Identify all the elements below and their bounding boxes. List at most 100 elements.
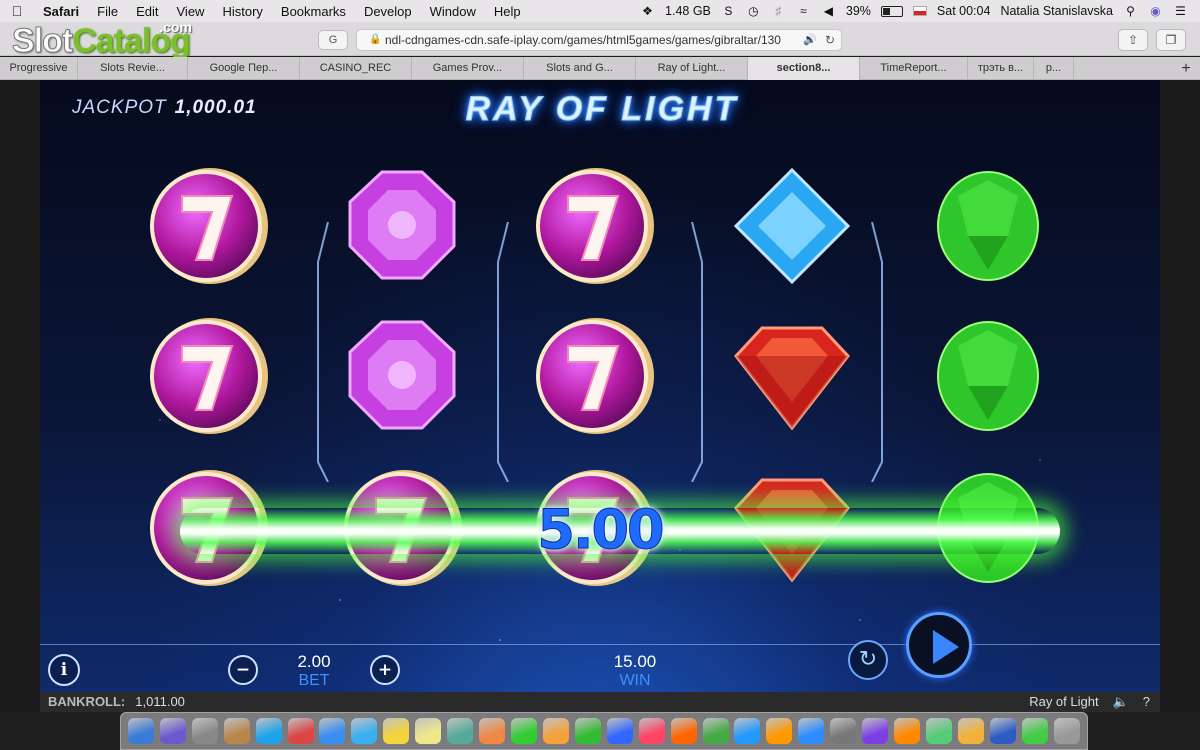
photos-app-icon[interactable] [479,718,506,744]
menu-user[interactable]: Natalia Stanislavska [1000,4,1113,18]
chrome-icon[interactable] [702,718,729,744]
siri-menu-icon[interactable]: ◉ [1148,4,1163,18]
safari-icon[interactable] [319,718,346,744]
reel-divider [317,222,329,482]
tab-section8[interactable]: section8... [748,57,860,80]
battery-percent[interactable]: 39% [846,4,871,18]
bluetooth-icon[interactable]: ♯ [771,4,786,18]
time-machine-icon[interactable]: ◷ [746,4,761,18]
reel-symbol-seven [534,166,654,291]
appstore-icon[interactable] [734,718,761,744]
bet-increase-button[interactable]: + [370,655,400,685]
screenshot-icon[interactable] [926,718,952,744]
firefox-icon[interactable] [670,718,697,744]
contacts-icon[interactable] [223,718,250,744]
viber-icon[interactable] [862,718,889,744]
reel-symbol-blue-diamond [732,166,852,291]
memory-status[interactable]: 1.48 GB [665,4,711,18]
new-tab-button[interactable]: + [1172,57,1200,79]
trash-icon[interactable] [1053,718,1080,744]
info-button[interactable]: i [48,654,80,686]
wifi-icon[interactable]: ≈ [796,4,811,18]
url-text: ndl-cdngames-cdn.safe-iplay.com/games/ht… [385,33,781,47]
speaker-icon[interactable]: 🔈 [1113,692,1129,712]
bet-display: 2.00 BET [286,652,342,690]
prefs-icon[interactable] [830,718,857,744]
menu-window[interactable]: Window [421,4,485,19]
zoom-icon[interactable] [798,718,825,744]
menu-bookmarks[interactable]: Bookmarks [272,4,355,19]
watermark-dotcom: .com [159,19,192,35]
siri-icon[interactable] [159,718,186,744]
menu-help[interactable]: Help [485,4,530,19]
menu-develop[interactable]: Develop [355,4,421,19]
dropbox-icon[interactable]: ❖ [640,4,655,18]
music-icon[interactable] [638,718,665,744]
tab-games-providers[interactable]: Games Prov... [412,57,524,80]
share-button[interactable]: ⇧ [1118,29,1148,51]
game-container: JACKPOT 1,000.01 RAY OF LIGHT 5.00 i − 2.… [0,80,1200,712]
reel-symbol-red-gem [732,316,852,441]
battery-icon[interactable] [880,5,903,17]
address-bar[interactable]: 🔒 ndl-cdngames-cdn.safe-iplay.com/games/… [356,29,842,51]
skype-icon[interactable] [255,718,282,744]
volume-icon[interactable]: ◀ [821,4,836,18]
autoplay-button[interactable]: ↻ [848,640,888,680]
books-icon[interactable] [766,718,793,744]
utorrent-icon[interactable] [1021,718,1048,744]
preview-icon[interactable] [447,718,474,744]
reload-icon[interactable]: ↻ [825,30,835,50]
menu-history[interactable]: History [213,4,271,19]
messages-icon[interactable] [351,718,378,744]
dock [120,712,1088,750]
extension-button[interactable]: G [318,30,348,50]
tab-slots-and-games[interactable]: Slots and G... [524,57,636,80]
input-source-flag-icon[interactable] [912,6,927,16]
plus-icon: + [377,660,393,680]
tab-casino-rec[interactable]: CASINO_REC [300,57,412,80]
jackpot-value: 1,000.01 [174,97,257,118]
facetime-icon[interactable] [511,718,538,744]
bet-label: BET [298,672,330,689]
reel-symbol-seven [534,316,654,441]
spotlight-search-icon[interactable]: ⚲ [1123,4,1138,18]
menu-clock[interactable]: Sat 00:04 [937,4,991,18]
game-title-logo: RAY OF LIGHT [465,90,739,129]
menu-safari[interactable]: Safari [34,4,88,19]
numbers-icon[interactable] [574,718,601,744]
tab-timereport[interactable]: TimeReport... [860,57,968,80]
photos-icon[interactable] [287,718,314,744]
finder-icon[interactable] [127,718,154,744]
spin-button[interactable] [906,612,972,678]
skype-status-icon[interactable]: S [721,4,736,18]
menu-file[interactable]: File [88,4,127,19]
word-icon[interactable] [989,718,1016,744]
bet-value: 2.00 [297,652,331,671]
tab-truncated[interactable]: р... [1034,57,1074,80]
tab-google[interactable]: Google Пер... [188,57,300,80]
tab-slots-review[interactable]: Slots Revie... [78,57,188,80]
slot-game-canvas[interactable]: JACKPOT 1,000.01 RAY OF LIGHT 5.00 i − 2.… [40,80,1160,692]
keynote-icon[interactable] [606,718,633,744]
notes-icon[interactable] [383,718,410,744]
autoplay-icon: ↻ [858,646,878,671]
help-button[interactable]: ? [1143,692,1150,712]
stickies-icon[interactable] [415,718,442,744]
apple-menu-icon[interactable]:  [0,3,34,19]
reel-symbol-octagon-gem [342,166,462,291]
launchpad-icon[interactable] [191,718,218,744]
pages-icon[interactable] [542,718,569,744]
info-icon: i [60,660,68,680]
tab-cyrillic[interactable]: трэть в... [968,57,1034,80]
show-tabs-button[interactable]: ❐ [1156,29,1186,51]
tab-progressive[interactable]: Progressive [0,57,78,80]
tabs-overview-icon: ❐ [1165,33,1177,47]
sketch-icon[interactable] [957,718,984,744]
notification-center-icon[interactable]: ☰ [1173,4,1188,18]
tab-ray-of-light[interactable]: Ray of Light... [636,57,748,80]
bankroll-label: BANKROLL: [48,694,126,709]
jackpot-label: JACKPOT [72,97,167,118]
vlc-icon[interactable] [894,718,921,744]
tab-audio-icon[interactable]: 🔊 [803,30,817,50]
bet-decrease-button[interactable]: − [228,655,258,685]
